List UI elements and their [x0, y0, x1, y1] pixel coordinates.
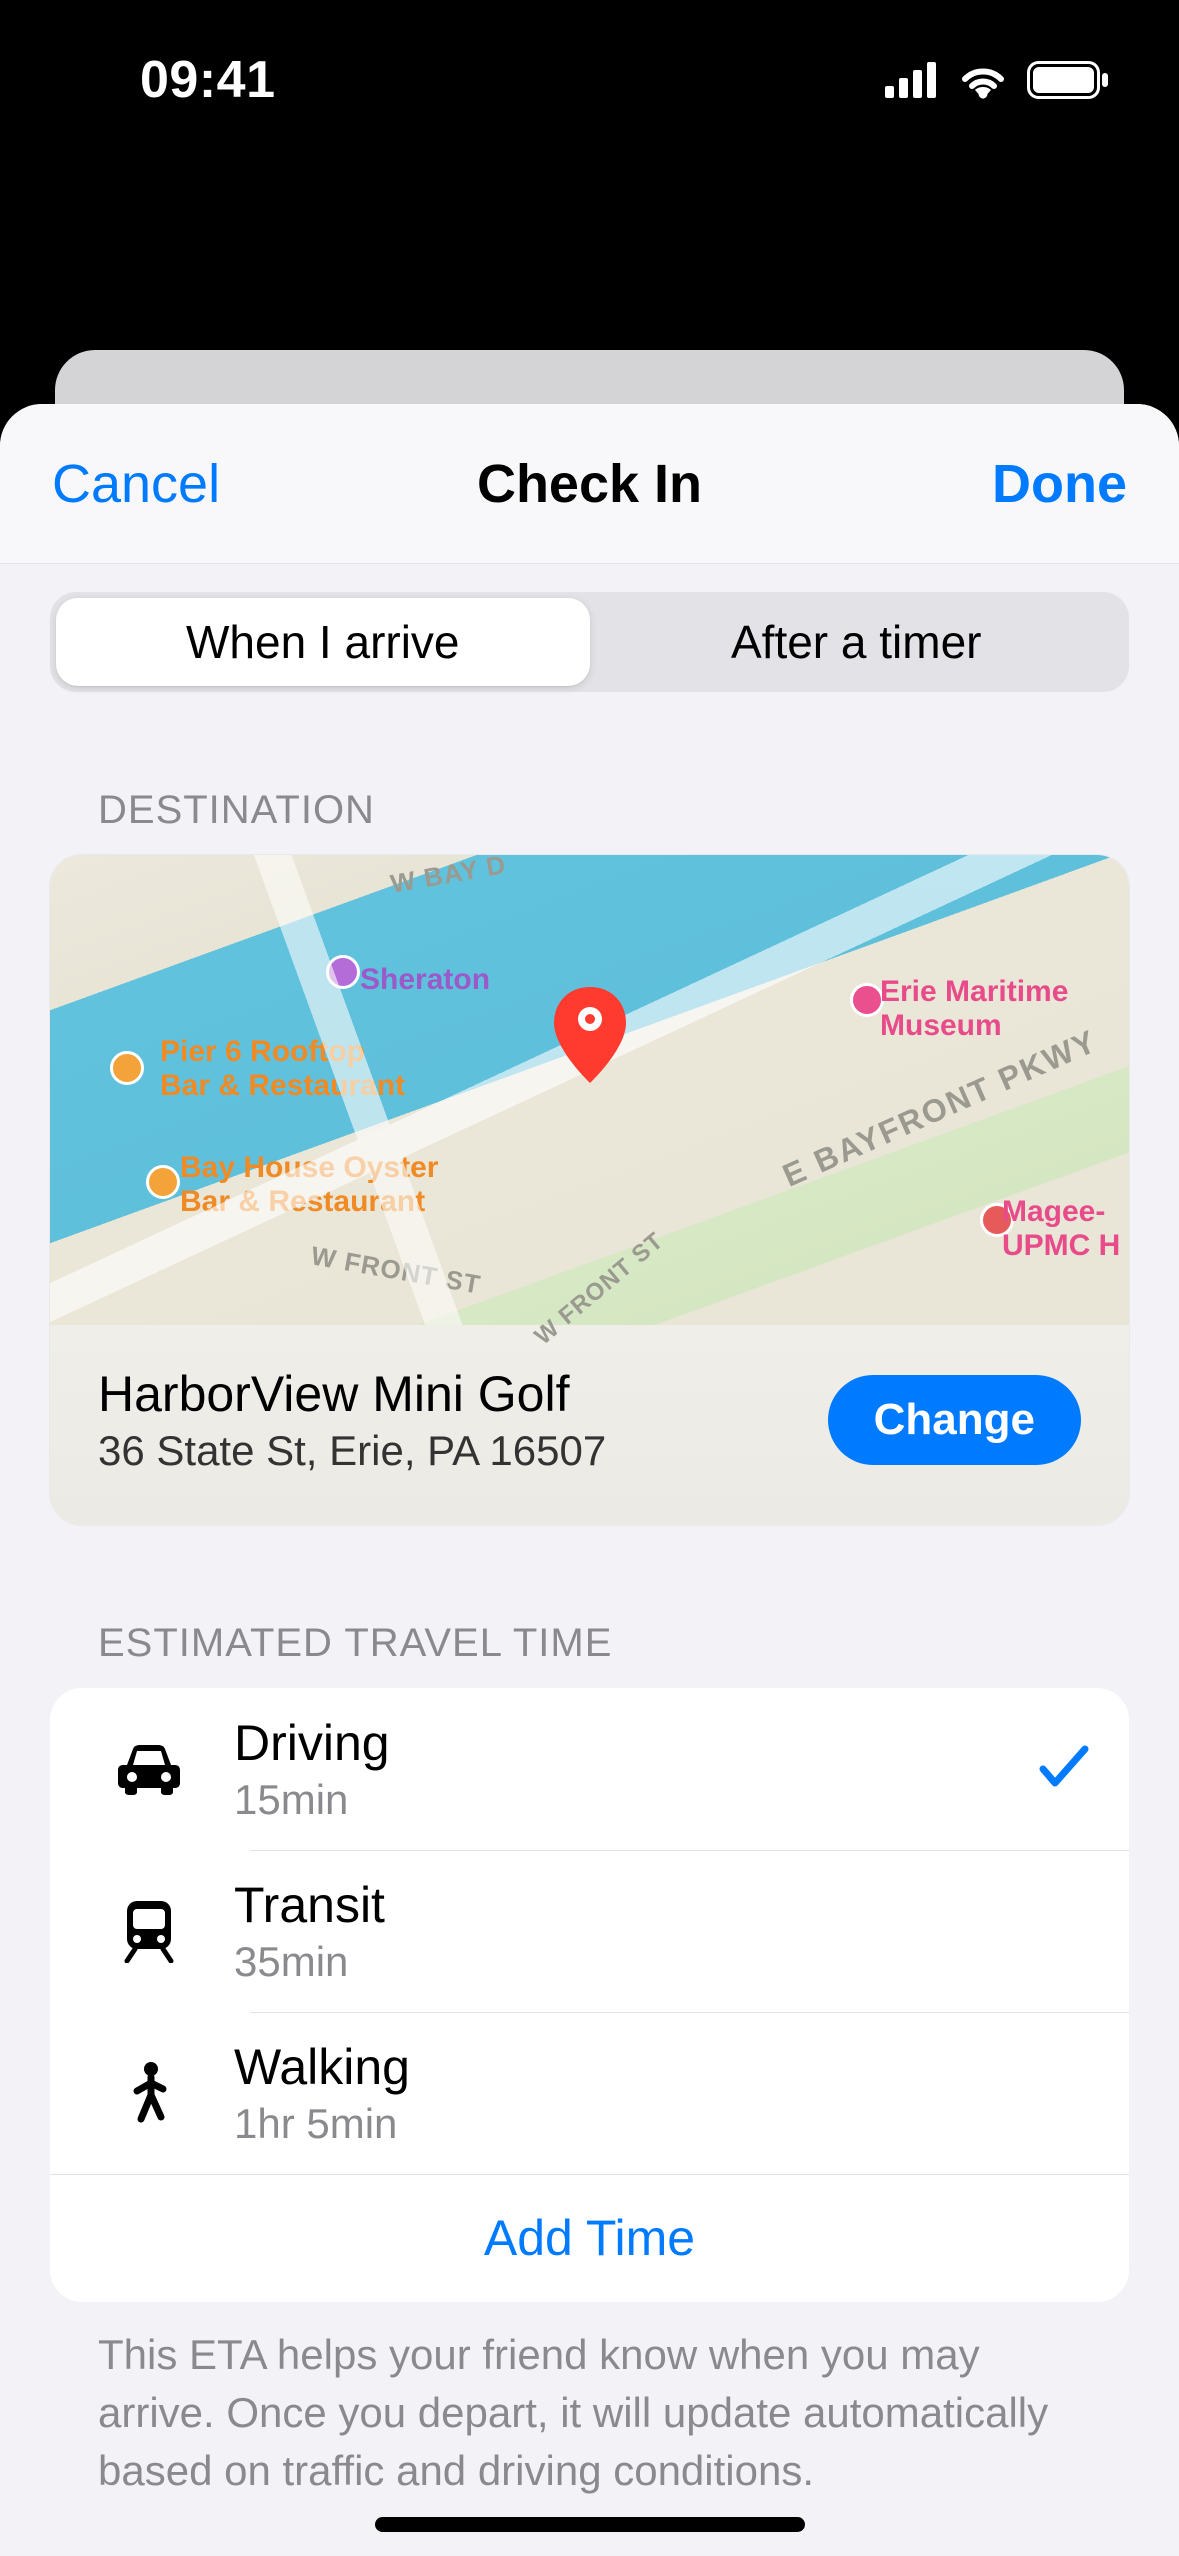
home-indicator[interactable]: [375, 2517, 805, 2532]
travel-row-walking[interactable]: Walking 1hr 5min: [50, 2012, 1129, 2174]
transit-icon: [94, 1899, 204, 1963]
add-time-button[interactable]: Add Time: [50, 2174, 1129, 2302]
map-poi-icon: [326, 955, 360, 989]
map-poi-icon: [110, 1051, 144, 1085]
device-frame: 09:41 Cancel Check In Done When I arrive…: [0, 0, 1179, 2556]
travel-duration: 1hr 5min: [234, 2100, 1089, 2148]
change-destination-button[interactable]: Change: [828, 1375, 1081, 1465]
done-button[interactable]: Done: [992, 454, 1127, 514]
status-icons: [885, 61, 1109, 99]
travel-time-list: Driving 15min Transit 35min: [50, 1688, 1129, 2302]
destination-card: W BAY D Sheraton Pier 6 RooftopBar & Res…: [50, 855, 1129, 1525]
travel-section-header: ESTIMATED TRAVEL TIME: [50, 1621, 1129, 1666]
map-pin-icon: [550, 987, 630, 1092]
checkmark-icon: [1039, 1745, 1089, 1794]
segment-after-a-timer[interactable]: After a timer: [590, 598, 1124, 686]
destination-text: HarborView Mini Golf 36 State St, Erie, …: [98, 1365, 606, 1475]
cellular-icon: [885, 62, 939, 98]
map-road-label: E BAYFRONT PKWY: [777, 1022, 1103, 1194]
travel-duration: 15min: [234, 1776, 1039, 1824]
map-poi-icon: [146, 1165, 180, 1199]
travel-mode-label: Driving: [234, 1714, 1039, 1772]
sheet-header: Cancel Check In Done: [0, 404, 1179, 564]
map-poi-icon: [850, 983, 884, 1017]
travel-row-driving[interactable]: Driving 15min: [50, 1688, 1129, 1850]
map-road-label: W FRONT ST: [309, 1240, 484, 1300]
travel-duration: 35min: [234, 1938, 1089, 1986]
status-bar: 09:41: [0, 0, 1179, 160]
travel-footer-note: This ETA helps your friend know when you…: [50, 2302, 1129, 2500]
map-poi-label: Erie MaritimeMuseum: [880, 975, 1068, 1043]
check-in-sheet: Cancel Check In Done When I arrive After…: [0, 404, 1179, 2556]
map-road-label: W BAY D: [388, 855, 508, 900]
status-time: 09:41: [140, 50, 276, 110]
travel-mode-label: Walking: [234, 2038, 1089, 2096]
car-icon: [94, 1743, 204, 1795]
walking-icon: [94, 2061, 204, 2125]
map-poi-label: Pier 6 RooftopBar & Restaurant: [160, 1035, 405, 1103]
destination-section-header: DESTINATION: [50, 788, 1129, 833]
map-poi-label: Bay House OysterBar & Restaurant: [180, 1151, 438, 1219]
sheet-content: When I arrive After a timer DESTINATION …: [0, 592, 1179, 2556]
destination-address: 36 State St, Erie, PA 16507: [98, 1427, 606, 1475]
cancel-button[interactable]: Cancel: [52, 454, 220, 514]
wifi-icon: [957, 61, 1009, 99]
destination-name: HarborView Mini Golf: [98, 1365, 606, 1423]
travel-mode-label: Transit: [234, 1876, 1089, 1934]
travel-row-transit[interactable]: Transit 35min: [50, 1850, 1129, 2012]
add-time-label: Add Time: [484, 2209, 695, 2267]
destination-map[interactable]: W BAY D Sheraton Pier 6 RooftopBar & Res…: [50, 855, 1129, 1325]
mode-segmented-control[interactable]: When I arrive After a timer: [50, 592, 1129, 692]
map-poi-label: Sheraton: [360, 963, 490, 997]
sheet-title: Check In: [477, 453, 702, 515]
battery-icon: [1027, 61, 1109, 99]
segment-when-i-arrive[interactable]: When I arrive: [56, 598, 590, 686]
destination-footer: HarborView Mini Golf 36 State St, Erie, …: [50, 1325, 1129, 1525]
map-poi-label: Magee-UPMC H: [1002, 1195, 1120, 1263]
map-poi-icon: [980, 1203, 1014, 1237]
